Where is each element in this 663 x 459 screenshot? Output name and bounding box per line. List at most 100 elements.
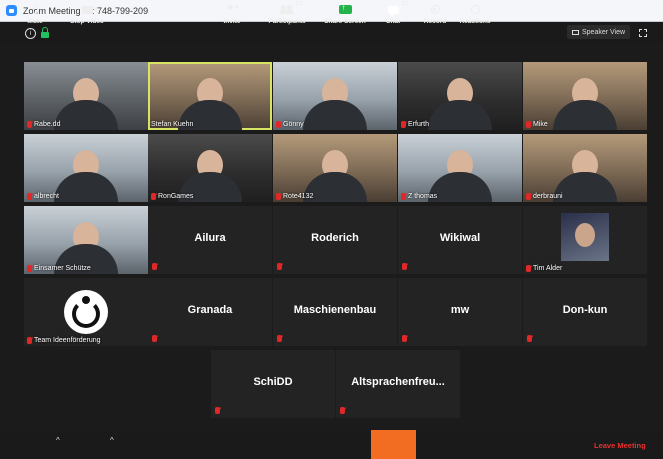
participant-name: Granada [187,304,233,316]
participant-tile[interactable]: Ailura [148,206,272,274]
participant-tile[interactable]: Einsamer Schütze [24,206,148,274]
participant-name: Roderich [311,232,359,244]
mute-button[interactable]: Mute [22,2,48,28]
participants-icon [279,5,294,14]
mic-muted-icon [526,121,531,128]
video-options-chevron-icon[interactable]: ^ [110,436,114,445]
participant-tile[interactable]: Team Ideenförderung [24,278,148,346]
participant-name: Altsprachenfreu... [351,376,445,388]
profile-picture [561,213,609,261]
participant-tile[interactable]: Gönny [273,62,397,130]
participant-tile[interactable]: Wikiwal [398,206,522,274]
meeting-toolbar [0,430,663,459]
info-icon[interactable]: i [25,28,36,39]
speaker-view-button[interactable]: Speaker View [567,25,631,39]
mic-muted-icon [402,335,407,342]
participant-tile[interactable]: Z thomas [398,134,522,202]
participant-name: Rabe.dd [34,121,61,128]
share-screen-button[interactable]: Share Screen [324,2,366,28]
zoom-app-icon [6,5,17,16]
logo-dot [82,296,90,304]
leave-meeting-button[interactable]: Leave Meeting [594,441,646,450]
wikimedia-logo-icon [64,290,108,334]
participant-tile[interactable]: Granada [148,278,272,346]
invite-label: Invite [223,18,241,25]
share-screen-icon [338,3,352,14]
participant-name: Wikiwal [439,232,481,244]
mic-muted-icon [401,193,406,200]
participant-tile[interactable]: Don-kun [523,278,647,346]
participant-name: Don-kun [562,304,608,316]
participant-name-tag: Gönny [276,121,304,128]
participant-name: Maschienenbau [293,304,377,316]
mic-muted-icon [215,407,220,414]
participant-tile[interactable]: Rote4132 [273,134,397,202]
participant-name-tag: Rabe.dd [27,121,60,128]
participants-button[interactable]: 22 Participants [266,0,308,28]
reactions-label: Reactions [459,18,491,25]
participant-tile[interactable]: Tim Alder [523,206,647,274]
mic-muted-icon [277,263,282,270]
zoom-window: Zoom Meeting ID: 748-799-209 i Speaker V… [0,0,663,459]
participant-name: albrecht [34,193,59,200]
mic-muted-icon [276,121,281,128]
participant-body [428,172,492,202]
participant-tile[interactable]: Erfurth [398,62,522,130]
participant-tile-active-speaker[interactable]: Stefan Kuehn [148,62,272,130]
participant-name: derbrauni [533,193,563,200]
participant-tile[interactable]: derbrauni [523,134,647,202]
microphone-icon [32,5,38,14]
participant-tile[interactable]: mw [398,278,522,346]
participant-tile[interactable]: Mike [523,62,647,130]
camera-icon [81,5,97,14]
stop-video-button[interactable]: Stop Video [68,2,106,28]
audio-options-chevron-icon[interactable]: ^ [56,436,60,445]
participants-count: 22 [295,0,303,7]
participant-tile[interactable]: Maschienenbau [273,278,397,346]
participants-label: Participants [268,18,306,25]
invite-button[interactable]: Invite [220,2,244,28]
mic-muted-icon [526,265,531,272]
participant-name: Team Ideenförderung [34,337,101,344]
mic-muted-icon [340,407,345,414]
participant-name-tag: Einsamer Schütze [27,265,91,272]
chat-label: Chat [385,18,401,25]
mic-muted-icon [152,335,157,342]
record-label: Record [423,18,447,25]
participant-tile[interactable]: RonGames [148,134,272,202]
participant-name-tag: RonGames [151,193,193,200]
mic-muted-icon [526,193,531,200]
participant-name: Ailura [194,232,226,244]
participant-body [54,100,118,130]
mic-muted-icon [27,337,32,344]
mic-muted-icon [402,263,407,270]
record-button[interactable]: Record [421,2,449,28]
participant-name: Z thomas [408,193,438,200]
participant-name-tag: albrecht [27,193,59,200]
participant-body [428,100,492,130]
reactions-button[interactable]: Reactions [458,2,492,28]
participant-name: Mike [533,121,548,128]
mic-muted-icon [277,335,282,342]
mic-muted-icon [276,193,281,200]
participant-name: Erfurth [408,121,430,128]
chat-highlight [371,430,416,459]
mic-muted-icon [401,121,406,128]
participant-name: RonGames [158,193,194,200]
participant-name-tag: Erfurth [401,121,429,128]
participant-name-tag: Z thomas [401,193,437,200]
participant-tile[interactable]: Altsprachenfreu... [336,350,460,418]
participant-body [54,172,118,202]
mic-muted-icon [27,121,32,128]
participant-tile[interactable]: Roderich [273,206,397,274]
share-screen-label: Share Screen [324,18,366,25]
chat-button[interactable]: 31 Chat [378,0,409,28]
participant-tile[interactable]: albrecht [24,134,148,202]
record-icon [430,5,440,14]
fullscreen-icon[interactable] [639,29,647,37]
participant-name-tag: Rote4132 [276,193,313,200]
participant-tile[interactable]: SchiDD [211,350,335,418]
lock-icon[interactable] [41,27,49,38]
participant-tile[interactable]: Rabe.dd [24,62,148,130]
participant-name-tag: Mike [526,121,548,128]
